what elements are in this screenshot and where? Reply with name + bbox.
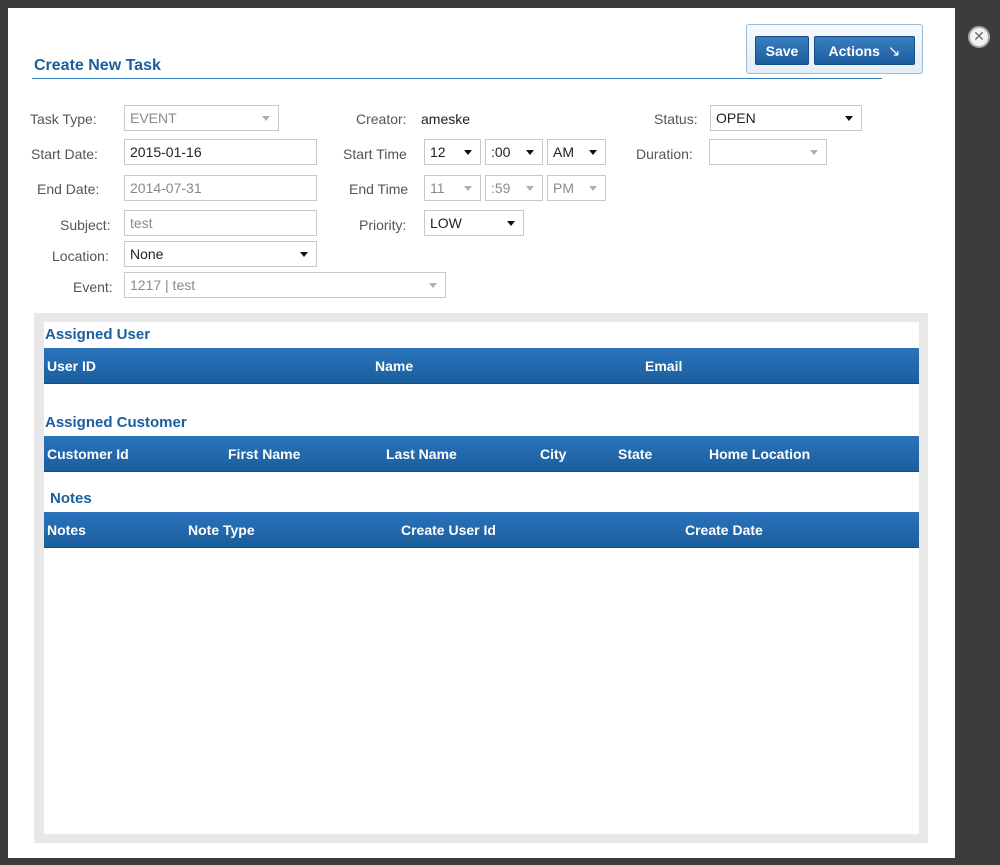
task-type-select[interactable]: EVENT — [124, 105, 279, 131]
status-label: Status: — [654, 111, 698, 127]
location-select[interactable]: None — [124, 241, 317, 267]
end-minute-value: :59 — [491, 180, 511, 196]
end-ampm-value: PM — [553, 180, 574, 196]
close-icon[interactable]: ✕ — [968, 26, 990, 48]
task-type-value: EVENT — [130, 110, 177, 126]
end-hour-select[interactable]: 11 — [424, 175, 481, 201]
status-select[interactable]: OPEN — [710, 105, 862, 131]
chevron-down-icon — [429, 283, 437, 288]
status-value: OPEN — [716, 110, 756, 126]
end-time-label: End Time — [349, 181, 409, 197]
end-date-field[interactable]: 2014-07-31 — [124, 175, 317, 201]
assigned-customer-grid-header: Customer Id First Name Last Name City St… — [44, 436, 919, 472]
end-minute-select[interactable]: :59 — [485, 175, 543, 201]
chevron-down-icon — [464, 150, 472, 155]
start-time-label: Start Time — [343, 146, 407, 162]
task-type-label: Task Type: — [30, 111, 97, 127]
title-divider — [32, 78, 882, 79]
chevron-down-icon — [526, 150, 534, 155]
event-select[interactable]: 1217 | test — [124, 272, 446, 298]
creator-value: ameske — [421, 111, 471, 127]
event-value: 1217 | test — [130, 277, 196, 293]
notes-grid-header: Notes Note Type Create User Id Create Da… — [44, 512, 919, 548]
subject-field[interactable]: test — [124, 210, 317, 236]
start-ampm-value: AM — [553, 144, 574, 160]
duration-label: Duration: — [636, 146, 693, 162]
chevron-down-icon — [464, 186, 472, 191]
chevron-down-icon — [845, 116, 853, 121]
column-header-user-id[interactable]: User ID — [47, 358, 96, 374]
page-title: Create New Task — [34, 57, 161, 74]
assigned-customer-title: Assigned Customer — [45, 414, 187, 431]
chevron-down-icon — [262, 116, 270, 121]
save-button[interactable]: Save — [755, 36, 809, 65]
column-header-create-date[interactable]: Create Date — [685, 522, 763, 538]
end-hour-value: 11 — [430, 180, 445, 196]
location-value: None — [130, 246, 164, 262]
column-header-name[interactable]: Name — [375, 358, 413, 374]
column-header-last-name[interactable]: Last Name — [386, 446, 457, 462]
chevron-down-icon — [589, 186, 597, 191]
chevron-down-icon — [810, 150, 818, 155]
chevron-down-icon — [300, 252, 308, 257]
priority-value: LOW — [430, 215, 462, 231]
assigned-user-grid-header: User ID Name Email — [44, 348, 919, 384]
start-hour-select[interactable]: 12 — [424, 139, 481, 165]
start-minute-value: :00 — [491, 144, 511, 160]
event-label: Event: — [73, 279, 113, 295]
arrow-down-right-icon: ↘ — [887, 41, 901, 60]
creator-label: Creator: — [356, 111, 407, 127]
column-header-note-type[interactable]: Note Type — [188, 522, 255, 538]
chevron-down-icon — [589, 150, 597, 155]
column-header-create-user-id[interactable]: Create User Id — [401, 522, 496, 538]
dialog-toolbar: Save Actions ↘ — [746, 24, 923, 74]
priority-select[interactable]: LOW — [424, 210, 524, 236]
related-panel-body — [44, 322, 919, 834]
location-label: Location: — [52, 248, 109, 264]
start-date-label: Start Date: — [31, 146, 98, 162]
chevron-down-icon — [526, 186, 534, 191]
start-ampm-select[interactable]: AM — [547, 139, 606, 165]
end-ampm-select[interactable]: PM — [547, 175, 606, 201]
assigned-user-title: Assigned User — [45, 326, 151, 343]
chevron-down-icon — [507, 221, 515, 226]
actions-button[interactable]: Actions ↘ — [814, 36, 915, 65]
column-header-customer-id[interactable]: Customer Id — [47, 446, 129, 462]
duration-select[interactable] — [709, 139, 827, 165]
priority-label: Priority: — [359, 217, 407, 233]
column-header-email[interactable]: Email — [645, 358, 682, 374]
start-hour-value: 12 — [430, 144, 446, 160]
actions-label: Actions — [828, 42, 880, 59]
end-date-label: End Date: — [37, 181, 100, 197]
column-header-home-location[interactable]: Home Location — [709, 446, 810, 462]
column-header-notes[interactable]: Notes — [47, 522, 86, 538]
subject-label: Subject: — [60, 217, 111, 233]
notes-title: Notes — [50, 490, 92, 507]
column-header-city[interactable]: City — [540, 446, 566, 462]
start-date-field[interactable]: 2015-01-16 — [124, 139, 317, 165]
column-header-first-name[interactable]: First Name — [228, 446, 300, 462]
column-header-state[interactable]: State — [618, 446, 652, 462]
start-minute-select[interactable]: :00 — [485, 139, 543, 165]
